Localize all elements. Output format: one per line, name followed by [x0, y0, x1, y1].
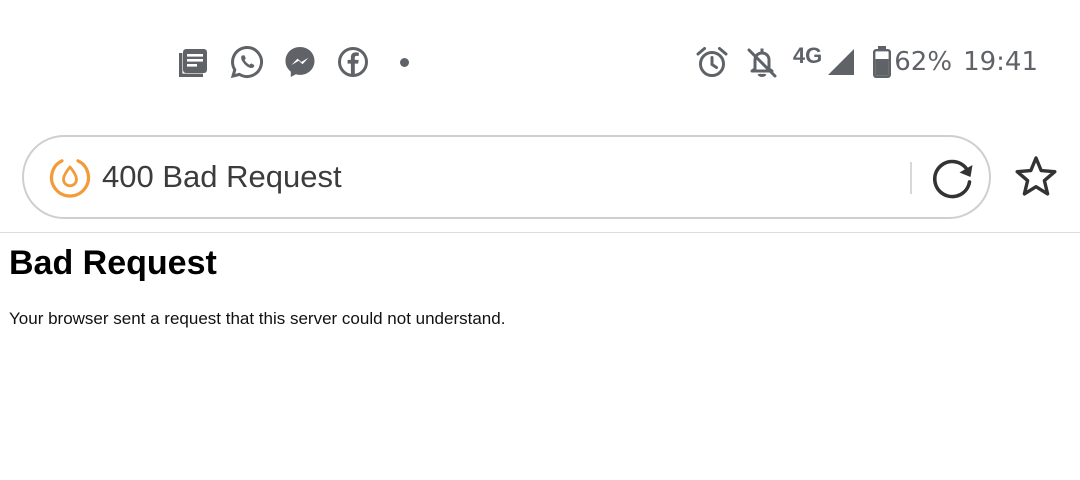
- error-message: Your browser sent a request that this se…: [9, 309, 506, 328]
- notifications-off-icon: [747, 48, 777, 78]
- star-icon[interactable]: [1013, 154, 1059, 200]
- whatsapp-icon: [230, 45, 263, 79]
- news-icon: [179, 49, 207, 77]
- alarm-icon: [696, 47, 728, 77]
- system-status-icons: 4G 62% 19:41: [695, 42, 1038, 82]
- site-droplet-icon: [49, 159, 91, 198]
- status-bar: 4G 62% 19:41: [0, 0, 1080, 124]
- more-notifications-dot: [400, 57, 409, 67]
- messenger-icon: [285, 47, 315, 77]
- reload-icon[interactable]: [928, 155, 976, 203]
- clock: 19:41: [963, 47, 1038, 77]
- page-content: Bad Request Your browser sent a request …: [9, 242, 1069, 330]
- page-heading: Bad Request: [9, 244, 217, 282]
- network-signal-icon: [828, 49, 855, 75]
- network-type-label: 4G: [792, 43, 823, 68]
- toolbar-divider: [0, 232, 1080, 233]
- url-bar-divider: [910, 162, 912, 194]
- battery-icon: [873, 46, 892, 79]
- url-page-title[interactable]: 400 Bad Request: [102, 159, 342, 195]
- url-bar[interactable]: 400 Bad Request: [22, 135, 991, 219]
- battery-percentage: 62%: [894, 47, 953, 77]
- facebook-icon: [338, 47, 368, 77]
- notification-icons: [176, 44, 409, 80]
